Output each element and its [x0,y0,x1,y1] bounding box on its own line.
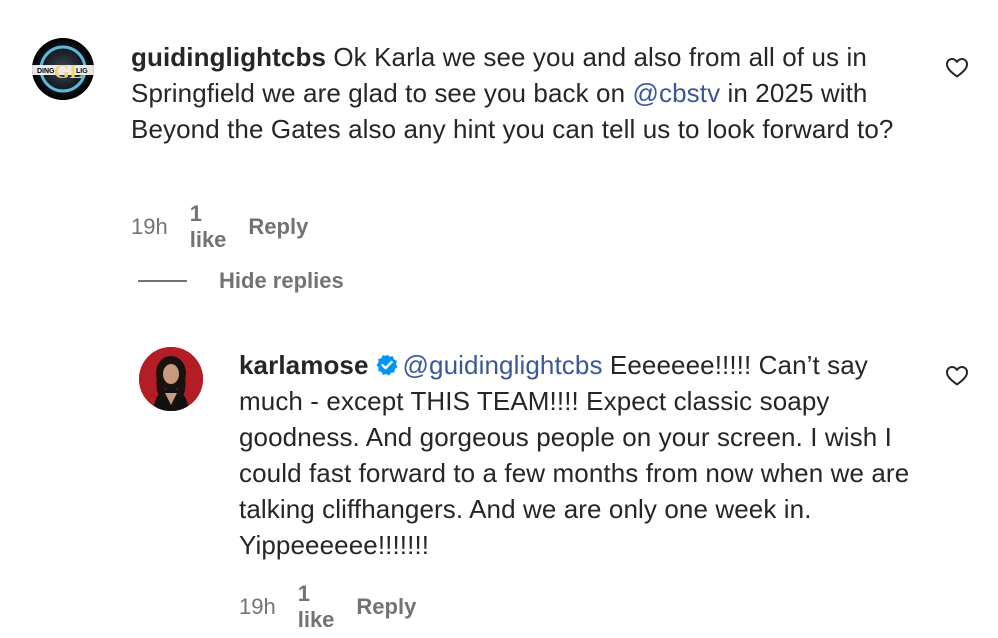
heart-icon[interactable] [945,56,969,80]
comment-meta: 19h 1 like Reply [131,201,308,253]
comment-time[interactable]: 19h [131,214,168,240]
reply-text: Eeeeeee!!!!! Can’t say much - except THI… [239,350,910,560]
svg-text:DING: DING [37,68,55,75]
reply-username[interactable]: karlamose [239,350,369,380]
comment-reply-button[interactable]: Reply [248,214,308,240]
hide-replies-toggle[interactable]: Hide replies [138,268,344,294]
comment-username[interactable]: guidinglightcbs [131,42,326,72]
comment-body: guidinglightcbs Ok Karla we see you and … [131,39,921,147]
reply-body: karlamose @guidinglightcbs Eeeeeee!!!!! … [239,347,919,563]
heart-icon[interactable] [945,364,969,388]
avatar-guidinglightcbs[interactable]: DING LIG GL [32,38,94,100]
reply-mention[interactable]: @guidinglightcbs [403,350,603,380]
comment-mention[interactable]: @cbstv [633,78,721,108]
guiding-light-logo-icon: DING LIG GL [32,38,94,100]
avatar-karlamose[interactable] [139,347,203,411]
comment-likes[interactable]: 1 like [190,201,227,253]
hide-replies-label: Hide replies [219,268,344,293]
svg-text:GL: GL [54,61,83,83]
reply-reply-button[interactable]: Reply [356,594,416,620]
reply-time[interactable]: 19h [239,594,276,620]
hide-replies-divider [138,280,187,282]
reply-likes[interactable]: 1 like [298,581,335,633]
reply-meta: 19h 1 like Reply [239,581,416,633]
verified-badge-icon [376,354,398,376]
karlamose-profile-photo [139,347,203,411]
